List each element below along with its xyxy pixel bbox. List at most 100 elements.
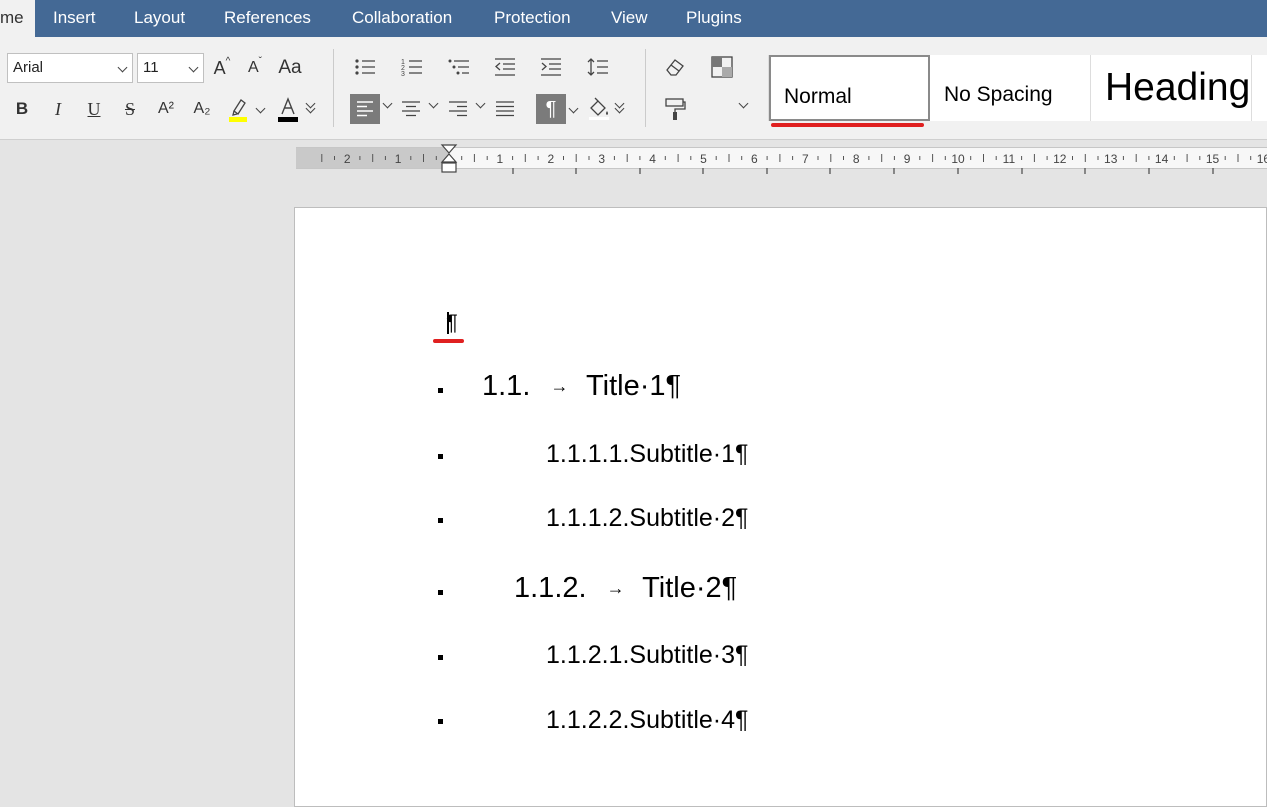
font-name-combo[interactable]: Arial (7, 53, 133, 83)
chevron-down-icon[interactable] (475, 98, 486, 109)
strikethrough-button[interactable]: S (117, 96, 143, 122)
chevron-down-icon[interactable] (428, 98, 439, 109)
list-text: Subtitle·3¶ (629, 641, 749, 669)
list-item-subtitle[interactable]: 1.1.2.2.Subtitle·4¶ (546, 706, 748, 735)
toolbar-separator (333, 49, 334, 127)
style-normal[interactable]: Normal (769, 55, 930, 121)
document-page[interactable]: ¶ 1.1. → Title·1¶ 1.1.1.1.Subtitle·1¶ 1.… (294, 207, 1267, 807)
list-item-title[interactable]: 1.1. → Title·1¶ (482, 370, 681, 403)
list-item-subtitle[interactable]: 1.1.2.1.Subtitle·3¶ (546, 641, 748, 670)
bullet-list-button[interactable] (352, 54, 378, 80)
decrease-indent-icon (495, 58, 515, 76)
superscript-button[interactable]: A² (153, 96, 179, 122)
numbered-list-button[interactable]: 1 2 3 (399, 54, 425, 80)
chevron-down-icon[interactable] (382, 98, 393, 109)
tab-references[interactable]: References (224, 0, 311, 37)
align-left-icon (357, 101, 373, 117)
decrease-indent-button[interactable] (492, 54, 518, 80)
list-item-title[interactable]: 1.1.2. → Title·2¶ (514, 572, 737, 605)
ruler-number: 4 (649, 152, 656, 166)
tab-view[interactable]: View (611, 0, 648, 37)
ruler-number: 10 (951, 152, 965, 166)
numbered-list-icon: 1 2 3 (401, 59, 422, 77)
list-text: Subtitle·2¶ (629, 504, 749, 532)
list-item-subtitle[interactable]: 1.1.1.2.Subtitle·2¶ (546, 504, 748, 533)
ruler-number: 9 (904, 152, 911, 166)
align-center-button[interactable] (398, 96, 424, 122)
style-no-spacing-label: No Spacing (944, 83, 1053, 106)
tab-label: me (0, 8, 24, 27)
shading-button[interactable] (586, 96, 612, 122)
clear-style-button[interactable] (662, 54, 688, 80)
subscript-button[interactable]: A₂ (189, 96, 215, 122)
chevron-down-icon[interactable] (738, 98, 749, 109)
italic-button[interactable]: I (45, 96, 71, 122)
chevron-down-icon[interactable] (305, 103, 316, 114)
list-bullet (438, 518, 443, 523)
highlight-button[interactable] (225, 96, 251, 122)
style-heading[interactable]: Heading (1091, 55, 1252, 121)
list-text: Subtitle·4¶ (629, 706, 749, 734)
list-number: 1.1.2.1. (546, 641, 630, 669)
styles-gallery: Normal No Spacing Heading (768, 55, 1267, 121)
ruler-number: 12 (1053, 152, 1067, 166)
ruler-number: 2 (547, 152, 554, 166)
style-normal-label: Normal (784, 85, 852, 108)
change-case-icon: Aa (278, 57, 302, 78)
bold-icon: B (15, 99, 29, 118)
tab-insert[interactable]: Insert (53, 0, 96, 37)
change-case-button[interactable]: Aa (276, 55, 304, 81)
shrink-font-button[interactable]: Aˇ (242, 55, 268, 81)
chevron-down-icon[interactable] (568, 103, 579, 114)
format-painter-icon (665, 98, 686, 120)
underline-button[interactable]: U (81, 96, 107, 122)
ruler-number: 8 (853, 152, 860, 166)
list-item-subtitle[interactable]: 1.1.1.1.Subtitle·1¶ (546, 440, 748, 469)
tab-collaboration[interactable]: Collaboration (352, 0, 452, 37)
ruler-number: 1 (497, 152, 504, 166)
chevron-down-icon (117, 62, 128, 73)
style-no-spacing[interactable]: No Spacing (930, 55, 1091, 121)
list-number: 1.1.2. (514, 572, 587, 604)
ruler-number: 16 (1257, 152, 1267, 166)
subscript-icon: A₂ (193, 100, 211, 117)
show-nonprinting-button[interactable]: ¶ (536, 94, 566, 124)
menu-bar: me Insert Layout References Collaboratio… (0, 0, 1267, 37)
chevron-down-icon[interactable] (255, 103, 266, 114)
line-spacing-button[interactable] (585, 54, 611, 80)
align-right-button[interactable] (445, 96, 471, 122)
strikethrough-icon: S (124, 98, 135, 119)
justify-button[interactable] (492, 96, 518, 122)
italic-icon: I (55, 98, 61, 119)
eraser-icon (666, 59, 684, 76)
chevron-down-icon[interactable] (614, 103, 625, 114)
font-name-value: Arial (13, 59, 44, 76)
ruler-number: 7 (802, 152, 809, 166)
chevron-down-icon (188, 62, 199, 73)
bold-button[interactable]: B (9, 96, 35, 122)
align-left-button[interactable] (350, 94, 380, 124)
ruler-number: 2 (344, 152, 351, 166)
justify-icon (496, 101, 514, 117)
font-size-combo[interactable]: 11 (137, 53, 204, 83)
increase-indent-button[interactable] (538, 54, 564, 80)
list-bullet (438, 719, 443, 724)
tab-stop-marks (512, 168, 1214, 174)
annotation-underline (433, 339, 464, 343)
list-text: Title·1¶ (585, 370, 682, 402)
color-scheme-button[interactable] (709, 54, 735, 80)
tab-plugins[interactable]: Plugins (686, 0, 742, 37)
copy-style-button[interactable] (662, 96, 688, 122)
multilevel-list-button[interactable] (446, 54, 472, 80)
tab-home[interactable]: me (0, 0, 35, 37)
list-number: 1.1.1.1. (546, 440, 630, 468)
tab-protection[interactable]: Protection (494, 0, 571, 37)
list-bullet (438, 655, 443, 660)
grow-font-button[interactable]: A ^ (209, 55, 235, 81)
horizontal-ruler[interactable]: 2 1 1 2 3 4 5 6 7 8 9 10 11 12 13 14 15 16 (296, 144, 1267, 173)
list-text: Title·2¶ (642, 572, 738, 604)
ruler-number: 3 (598, 152, 605, 166)
font-color-button[interactable] (275, 96, 301, 122)
list-bullet (438, 454, 443, 459)
tab-layout[interactable]: Layout (134, 0, 185, 37)
